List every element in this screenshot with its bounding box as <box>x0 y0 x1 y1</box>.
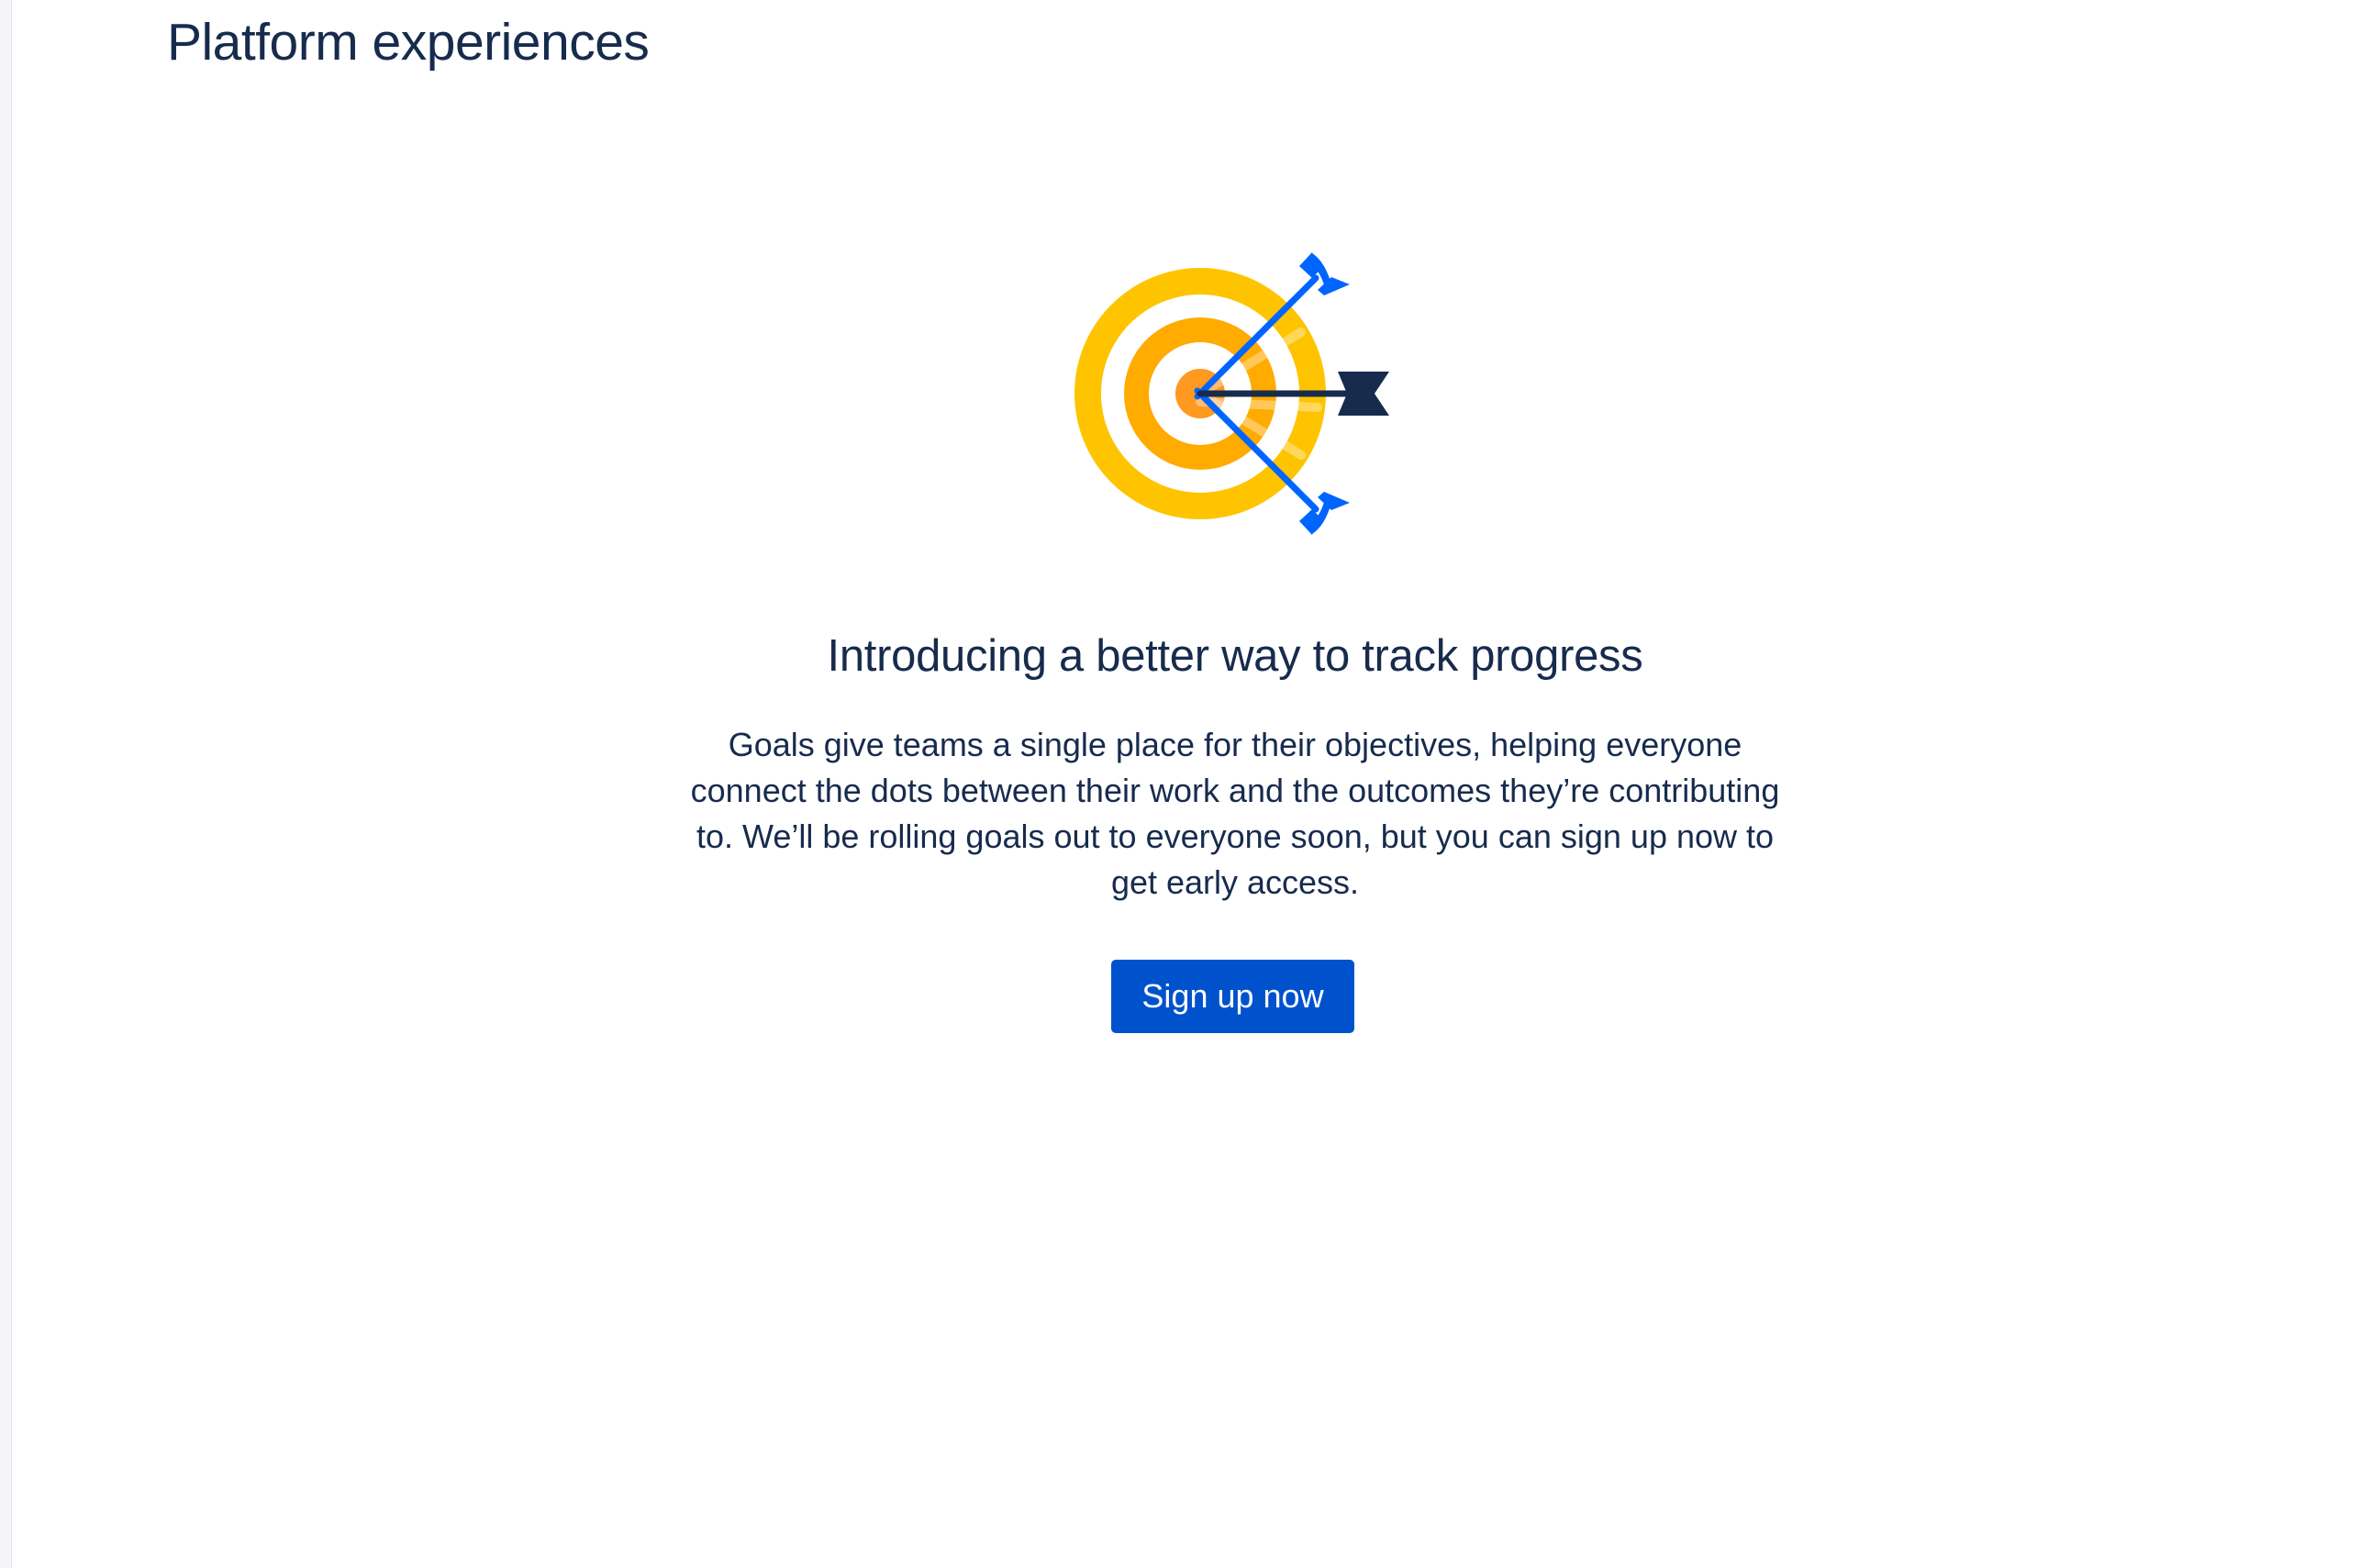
empty-state-heading: Introducing a better way to track progre… <box>827 631 1643 681</box>
main-content: Platform experiences Introducing a bette… <box>12 0 2360 1568</box>
empty-state-description: Goals give teams a single place for thei… <box>690 726 1780 901</box>
left-sidebar-edge <box>0 0 12 1568</box>
goals-empty-state: Introducing a better way to track progre… <box>12 0 2360 1568</box>
sign-up-now-button[interactable]: Sign up now <box>1111 960 1354 1033</box>
target-with-arrows-icon <box>1072 248 1402 541</box>
